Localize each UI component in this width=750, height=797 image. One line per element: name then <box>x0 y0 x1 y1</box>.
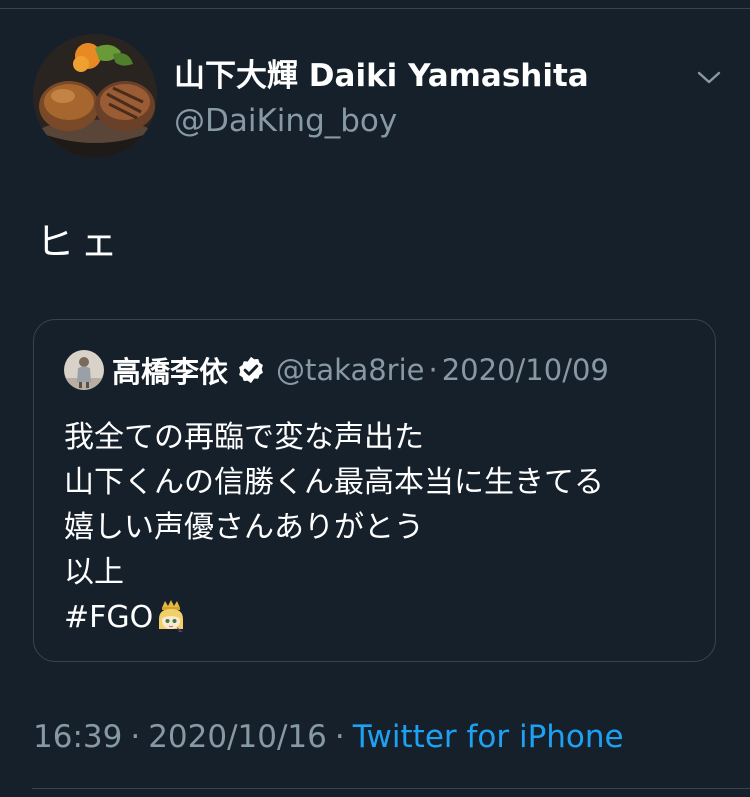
author-avatar[interactable] <box>33 34 157 158</box>
quoted-text-line: 嬉しい声優さんありがとう <box>64 510 424 545</box>
crowned-character-emoji <box>159 600 184 632</box>
quoted-tweet-header: 高橋李依 @taka8rie · 2020/10/09 <box>112 350 609 390</box>
quoted-tweet-date[interactable]: 2020/10/09 <box>442 353 609 387</box>
top-divider <box>0 8 750 9</box>
tweet-time[interactable]: 16:39 <box>33 719 122 755</box>
hashtag-fgo[interactable]: #FGO <box>64 600 153 635</box>
separator-dot: · <box>130 719 141 755</box>
quoted-author-avatar[interactable] <box>64 350 104 390</box>
author-handle[interactable]: @DaiKing_boy <box>174 101 397 141</box>
quoted-text-line: 我全ての再臨で変な声出た <box>64 420 424 455</box>
quoted-text-line: 以上 <box>64 555 124 590</box>
person-photo <box>64 350 104 390</box>
quoted-tweet-text: 我全ての再臨で変な声出た 山下くんの信勝くん最高本当に生きてる 嬉しい声優さんあ… <box>64 415 604 640</box>
quoted-text-line-hashtag: #FGO <box>64 595 604 640</box>
quoted-author-name[interactable]: 高橋李依 <box>112 349 228 391</box>
quoted-text-line: 山下くんの信勝くん最高本当に生きてる <box>64 465 604 500</box>
tweet-source-link[interactable]: Twitter for iPhone <box>353 719 624 755</box>
quoted-tweet-card[interactable]: 高橋李依 @taka8rie · 2020/10/09 我全ての再臨で変な声出た… <box>33 319 716 662</box>
hamburg-steak-photo <box>33 34 157 158</box>
tweet-meta: 16:39 · 2020/10/16 · Twitter for iPhone <box>33 717 624 757</box>
tweet-date[interactable]: 2020/10/16 <box>148 719 327 755</box>
bottom-divider <box>32 788 750 789</box>
chevron-down-icon[interactable] <box>694 62 724 92</box>
separator-dot: · <box>428 353 438 387</box>
verified-badge-icon <box>239 356 263 384</box>
author-display-name[interactable]: 山下大輝 Daiki Yamashita <box>174 56 589 96</box>
tweet-text: ヒェ <box>36 220 125 264</box>
quoted-author-handle[interactable]: @taka8rie <box>276 353 424 387</box>
separator-dot: · <box>334 719 345 755</box>
